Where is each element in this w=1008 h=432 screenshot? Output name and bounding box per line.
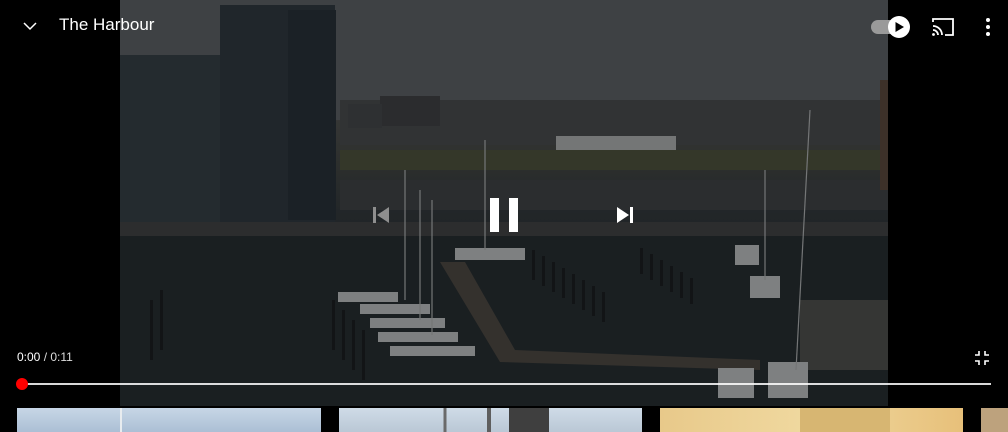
- previous-button[interactable]: [366, 192, 396, 238]
- thumbnail-image: [443, 408, 549, 432]
- collapse-button[interactable]: [14, 10, 46, 42]
- related-videos-strip: [0, 406, 1008, 432]
- related-video-thumbnail[interactable]: [981, 408, 1008, 432]
- skip-next-icon: [617, 207, 633, 223]
- play-pause-button[interactable]: [482, 192, 526, 238]
- related-video-thumbnail[interactable]: [339, 408, 642, 432]
- thumbnail-image: [800, 408, 890, 432]
- video-player[interactable]: The Harbour 0:00 / 0:11: [0, 0, 1008, 432]
- pause-icon: [490, 198, 518, 232]
- skip-previous-icon: [373, 207, 389, 223]
- more-vert-icon: [986, 18, 990, 36]
- progress-scrubber[interactable]: [16, 378, 28, 390]
- related-video-thumbnail[interactable]: [660, 408, 963, 432]
- more-options-button[interactable]: [976, 12, 1000, 42]
- autoplay-toggle[interactable]: [870, 16, 912, 38]
- exit-fullscreen-button[interactable]: [970, 346, 994, 370]
- duration: 0:11: [50, 350, 73, 364]
- progress-bar[interactable]: [23, 383, 991, 385]
- time-display: 0:00 / 0:11: [17, 350, 73, 364]
- exit-fullscreen-icon: [975, 351, 989, 365]
- top-bar: The Harbour: [0, 0, 1008, 52]
- time-separator: /: [40, 350, 51, 364]
- current-time: 0:00: [17, 350, 41, 364]
- related-video-thumbnail[interactable]: [17, 408, 321, 432]
- chevron-down-icon: [23, 22, 37, 31]
- video-title: The Harbour: [59, 15, 155, 34]
- cast-button[interactable]: [927, 12, 959, 42]
- autoplay-toggle-icon: [871, 16, 910, 38]
- next-button[interactable]: [610, 192, 640, 238]
- cast-icon: [932, 18, 954, 36]
- thumbnail-image: [120, 408, 122, 432]
